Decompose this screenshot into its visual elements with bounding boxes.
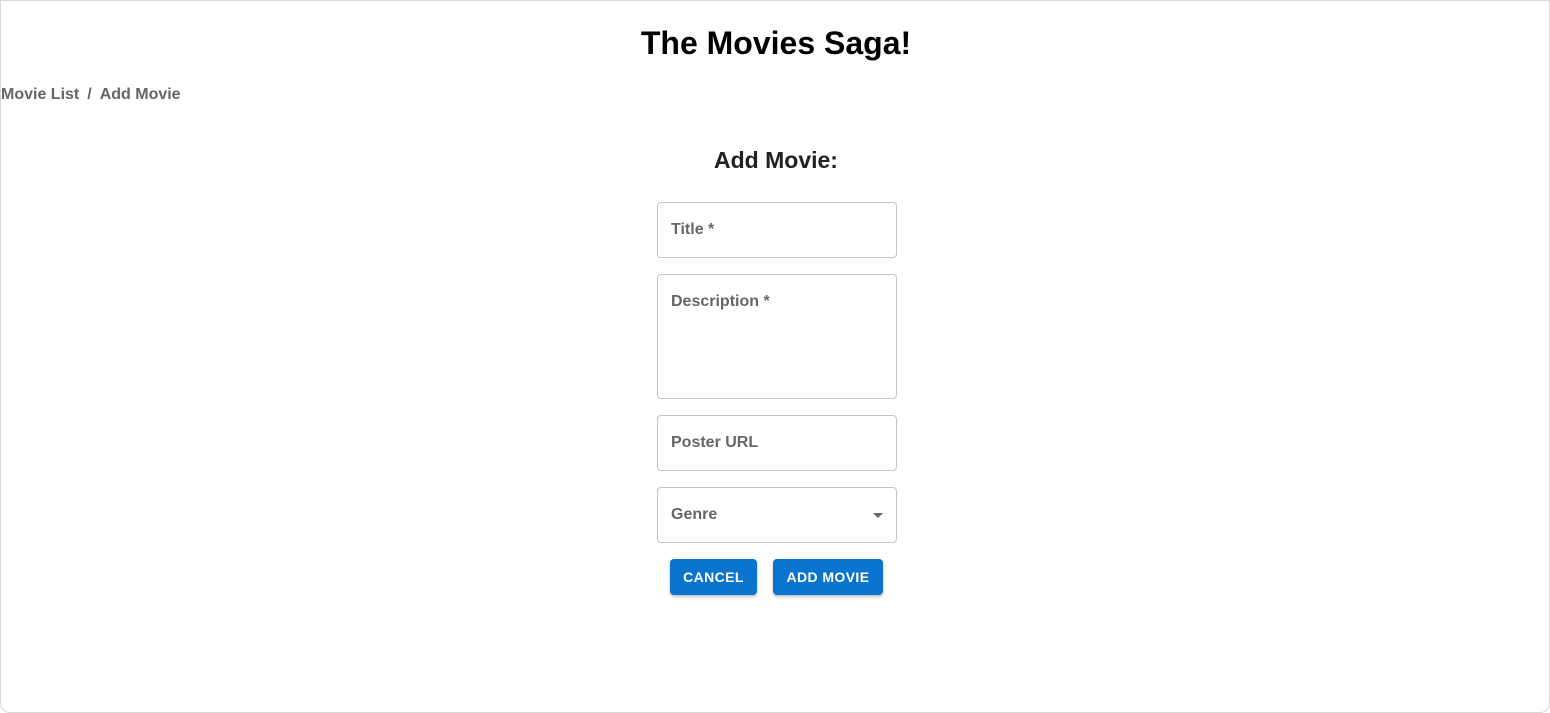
breadcrumb: Movie List / Add Movie	[1, 85, 181, 105]
genre-label: Genre	[671, 506, 718, 523]
description-label: Description *	[671, 293, 770, 310]
app-title: The Movies Saga!	[640, 25, 912, 61]
title-label: Title *	[671, 221, 715, 238]
description-textarea[interactable]: Description *	[657, 274, 897, 399]
chevron-down-icon[interactable]	[873, 513, 883, 518]
form-heading: Add Movie:	[714, 147, 838, 173]
cancel-button[interactable]: CANCEL	[670, 559, 757, 595]
app-window: The Movies Saga! Movie List / Add Movie …	[0, 0, 1550, 713]
breadcrumb-movie-list-link[interactable]: Movie List	[1, 85, 79, 105]
title-input[interactable]: Title *	[657, 202, 897, 258]
add-movie-button[interactable]: ADD MOVIE	[773, 559, 883, 595]
poster-url-label: Poster URL	[671, 434, 759, 451]
genre-select[interactable]: Genre	[657, 487, 897, 543]
breadcrumb-current-page: Add Movie	[99, 86, 181, 103]
poster-url-input[interactable]: Poster URL	[657, 415, 897, 471]
breadcrumb-separator: /	[87, 86, 92, 103]
